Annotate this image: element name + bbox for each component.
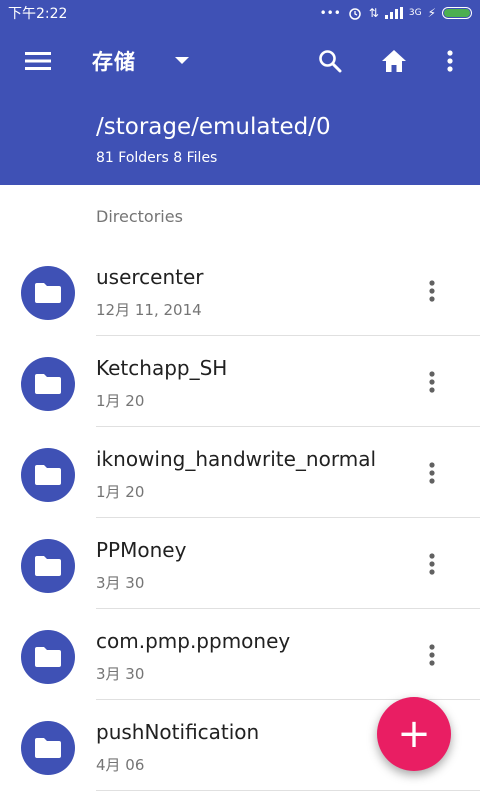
- folder-name: Ketchapp_SH: [96, 356, 228, 380]
- signal-icon: [384, 7, 403, 19]
- title-dropdown-button[interactable]: [164, 43, 200, 79]
- add-fab-button[interactable]: +: [377, 697, 451, 771]
- folder-icon: [21, 721, 75, 775]
- list-item[interactable]: iknowing_handwrite_normal 1月 20: [0, 427, 480, 518]
- item-more-button[interactable]: [420, 279, 444, 303]
- folder-file-count: 81 Folders 8 Files: [96, 150, 218, 166]
- app-bar: 存储 /storage/emulated/0 81 Folders 8 File…: [0, 26, 480, 185]
- folder-name: PPMoney: [96, 538, 187, 562]
- item-more-button[interactable]: [420, 461, 444, 485]
- network-type: 3G: [408, 8, 422, 18]
- dropdown-arrow-icon: [175, 57, 189, 64]
- plus-icon: +: [397, 711, 431, 757]
- folder-date: 1月 20: [96, 483, 145, 501]
- folder-icon: [21, 448, 75, 502]
- more-vert-icon: [429, 462, 435, 484]
- folder-date: 1月 20: [96, 392, 145, 410]
- toolbar-title[interactable]: 存储: [92, 46, 136, 76]
- status-time: 下午2:22: [8, 6, 68, 22]
- more-vert-icon: [429, 371, 435, 393]
- status-icons: ••• ⇅ 3G ⚡: [320, 5, 472, 21]
- status-bar: 下午2:22 ••• ⇅ 3G ⚡: [0, 0, 480, 26]
- folder-name: iknowing_handwrite_normal: [96, 447, 376, 471]
- folder-name: pushNotification: [96, 720, 260, 744]
- more-vert-icon: [447, 50, 453, 72]
- folder-name: usercenter: [96, 265, 204, 289]
- dots-icon: •••: [319, 6, 341, 20]
- folder-icon: [21, 539, 75, 593]
- more-vert-icon: [429, 553, 435, 575]
- folder-name: com.pmp.ppmoney: [96, 629, 291, 653]
- list-item[interactable]: Ketchapp_SH 1月 20: [0, 336, 480, 427]
- hamburger-icon: [25, 52, 51, 70]
- folder-icon: [21, 630, 75, 684]
- current-path: /storage/emulated/0: [96, 114, 331, 140]
- more-vert-icon: [429, 644, 435, 666]
- folder-date: 4月 06: [96, 756, 145, 774]
- home-button[interactable]: [376, 43, 412, 79]
- list-item[interactable]: usercenter 12月 11, 2014: [0, 245, 480, 336]
- toolbar: 存储: [0, 26, 480, 96]
- item-more-button[interactable]: [420, 370, 444, 394]
- folder-date: 3月 30: [96, 574, 145, 592]
- charging-icon: ⚡: [427, 6, 436, 20]
- folder-icon: [21, 266, 75, 320]
- divider: [96, 790, 480, 791]
- search-icon: [319, 50, 342, 73]
- menu-button[interactable]: [20, 43, 56, 79]
- more-vert-icon: [429, 280, 435, 302]
- search-button[interactable]: [312, 43, 348, 79]
- alarm-icon: [349, 8, 361, 20]
- battery-icon: [442, 7, 472, 19]
- list-item[interactable]: PPMoney 3月 30: [0, 518, 480, 609]
- home-icon: [382, 50, 406, 72]
- section-header-directories: Directories: [96, 207, 183, 226]
- folder-icon: [21, 357, 75, 411]
- folder-date: 3月 30: [96, 665, 145, 683]
- item-more-button[interactable]: [420, 552, 444, 576]
- data-arrows-icon: ⇅: [368, 6, 379, 20]
- list-item[interactable]: com.pmp.ppmoney 3月 30: [0, 609, 480, 700]
- item-more-button[interactable]: [420, 643, 444, 667]
- folder-date: 12月 11, 2014: [96, 301, 202, 319]
- overflow-menu-button[interactable]: [432, 43, 468, 79]
